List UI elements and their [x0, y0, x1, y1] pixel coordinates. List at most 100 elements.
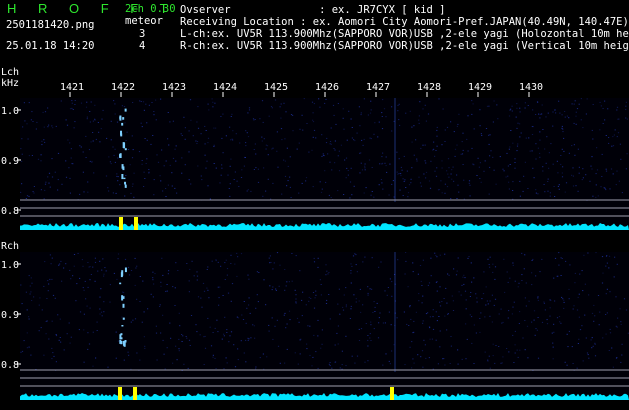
lch-panel-noise-dot	[374, 122, 376, 124]
lch-panel-noise-dot	[212, 106, 214, 108]
lch-panel-noise-dot	[37, 158, 40, 160]
rch-panel-noise-dot	[312, 292, 315, 293]
lch-panel-noise-dot	[424, 160, 426, 162]
rch-panel-noise-dot	[276, 319, 278, 321]
lch-panel-noise-dot	[312, 119, 314, 121]
rch-panel-noise-dot	[317, 319, 319, 321]
rch-panel-noise-dot	[77, 252, 79, 254]
rch-panel-noise-dot	[123, 359, 125, 361]
lch-panel-noise-dot	[499, 156, 501, 158]
lch-panel-noise-dot	[21, 160, 23, 162]
rch-panel-noise-dot	[525, 305, 527, 307]
lch-panel-noise-dot	[132, 183, 134, 185]
lch-panel-noise-dot	[60, 100, 62, 102]
rch-panel-noise-dot	[203, 336, 205, 338]
rch-panel-noise-dot	[271, 289, 273, 291]
lch-panel-noise-dot	[578, 103, 580, 105]
lch-panel-noise-dot	[252, 118, 255, 120]
lch-panel-noise-dot	[330, 143, 332, 145]
lch-panel-noise-dot	[510, 108, 512, 110]
lch-panel-noise-dot	[247, 112, 249, 114]
rch-panel-noise-dot	[273, 262, 275, 264]
rch-panel-noise-dot	[532, 258, 534, 260]
lch-panel-noise-dot	[610, 168, 613, 170]
rch-panel-noise-dot	[533, 319, 535, 321]
rch-panel-noise-dot	[272, 338, 274, 340]
lch-panel-noise-dot	[349, 197, 351, 199]
rch-panel-noise-dot	[367, 345, 369, 347]
rch-panel-noise-dot	[489, 367, 491, 369]
lch-panel-noise-dot	[195, 140, 197, 142]
lch-panel-noise-dot	[450, 121, 452, 123]
rch-panel-noise-dot	[432, 328, 435, 330]
rch-panel-noise-dot	[500, 308, 502, 310]
lch-panel-noise-dot	[399, 124, 401, 126]
rch-panel-noise-dot	[511, 313, 513, 315]
rch-panel-noise-dot	[608, 267, 610, 269]
lch-panel-noise-dot	[548, 167, 550, 169]
lch-panel-noise-dot	[592, 195, 594, 197]
rch-panel-noise-dot	[41, 309, 43, 311]
rch-panel-noise-dot	[519, 311, 521, 313]
lch-panel-noise-dot	[408, 184, 411, 186]
rch-panel-noise-dot	[23, 340, 25, 342]
lch-panel-noise-dot	[404, 179, 406, 181]
rch-panel-noise-dot	[123, 292, 125, 294]
lch-panel-noise-dot	[99, 141, 101, 143]
rch-panel-noise-dot	[309, 354, 311, 356]
x-tick-label: 1428	[417, 82, 441, 93]
rch-panel-noise-dot	[20, 351, 22, 353]
lch-panel-noise-dot	[313, 103, 315, 105]
rch-panel-noise-dot	[471, 316, 473, 318]
rch-panel-noise-dot	[404, 273, 406, 275]
rch-panel-noise-dot	[135, 267, 137, 269]
rch-panel-noise-dot	[206, 269, 208, 270]
lch-panel-noise-dot	[578, 172, 580, 174]
rch-panel-noise-dot	[152, 271, 154, 273]
rch-panel-noise-dot	[620, 321, 622, 323]
rch-panel-noise-dot	[181, 341, 183, 342]
lch-panel-noise-dot	[44, 183, 47, 185]
rch-panel-noise-dot	[356, 271, 358, 273]
rch-panel-noise-dot	[115, 357, 117, 359]
lch-panel-noise-dot	[617, 132, 620, 134]
lch-panel-noise-dot	[230, 139, 232, 141]
lch-panel-noise-dot	[488, 134, 490, 136]
rch-panel-noise-dot	[329, 362, 331, 363]
lch-panel-noise-dot	[456, 174, 458, 176]
rch-panel-noise-dot	[306, 348, 308, 350]
rch-panel-noise-dot	[256, 271, 258, 273]
lch-panel-noise-dot	[364, 169, 366, 171]
rch-panel-noise-dot	[21, 303, 23, 305]
rch-panel-noise-dot	[481, 298, 483, 300]
rch-panel-noise-dot	[473, 277, 475, 279]
lch-panel-noise-dot	[480, 181, 482, 183]
rch-panel-noise-dot	[178, 350, 180, 352]
lch-panel-noise-dot	[220, 116, 222, 117]
lch-panel-noise-dot	[353, 185, 355, 187]
lch-panel-noise-dot	[444, 141, 446, 142]
lch-panel-noise-dot	[172, 157, 175, 159]
lch-panel-noise-dot	[347, 174, 349, 176]
lch-panel-noise-dot	[102, 109, 104, 111]
rch-panel-noise-dot	[169, 322, 171, 324]
rch-panel-noise-dot	[21, 350, 24, 352]
rch-panel-noise-dot	[136, 265, 138, 267]
rch-panel-noise-dot	[214, 357, 216, 359]
rch-panel-spectrum-peak	[390, 387, 394, 400]
rch-panel-noise-dot	[185, 336, 187, 337]
rch-panel-noise-dot	[568, 288, 570, 290]
lch-panel-noise-dot	[40, 154, 42, 156]
lch-panel-noise-dot	[541, 113, 543, 115]
lch-panel-noise-dot	[519, 180, 521, 182]
rch-panel-noise-dot	[163, 353, 165, 355]
rch-panel-noise-dot	[85, 298, 87, 300]
rch-panel-noise-dot	[621, 354, 623, 356]
lch-panel-noise-dot	[596, 169, 599, 171]
rch-panel-noise-dot	[291, 253, 293, 254]
rch-panel-noise-dot	[102, 258, 104, 260]
rch-panel-noise-dot	[291, 280, 293, 282]
rch-panel-noise-dot	[594, 355, 597, 357]
lch-panel-noise-dot	[516, 127, 518, 129]
lch-panel-noise-dot	[604, 119, 606, 121]
